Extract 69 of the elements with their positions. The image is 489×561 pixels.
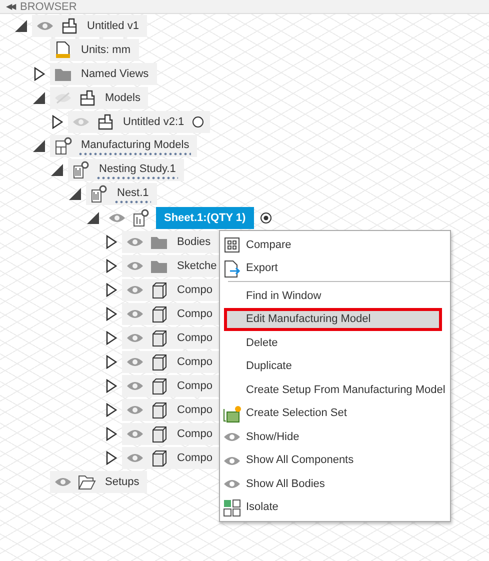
tree-item[interactable]: Compo — [122, 303, 220, 325]
item-label: Setups — [104, 475, 140, 490]
menu-item[interactable]: Create Setup From Manufacturing Model — [220, 378, 450, 402]
tree-item[interactable]: Compo — [122, 399, 220, 421]
cube-icon — [150, 353, 168, 371]
tree-item[interactable]: Nest.1 — [86, 183, 157, 205]
menu-item[interactable]: Create Selection Set — [220, 402, 450, 425]
item-label: Untitled v2:1 — [122, 115, 186, 130]
gear-part-icon — [54, 137, 72, 155]
menu-item[interactable]: Find in Window — [220, 284, 450, 308]
menu-item[interactable]: Show/Hide — [220, 425, 450, 448]
tree-item[interactable]: Compo — [122, 375, 220, 397]
tree-item[interactable]: Compo — [122, 447, 220, 469]
cube-icon — [150, 377, 168, 395]
menu-item[interactable]: Duplicate — [220, 354, 450, 378]
tree-item[interactable]: Compo — [122, 327, 220, 349]
item-label: Compo — [176, 451, 214, 466]
menu-item[interactable]: Isolate — [220, 496, 450, 519]
item-label: Compo — [176, 403, 214, 418]
menu-item[interactable]: Show All Bodies — [220, 472, 450, 496]
ruler-document-icon — [54, 41, 72, 59]
cube-icon — [150, 281, 168, 299]
menu-item[interactable]: Show All Components — [220, 448, 450, 472]
item-label: Compo — [176, 427, 214, 442]
folder-open-icon — [78, 473, 96, 491]
tree-item[interactable]: Untitled v2:1 — [68, 111, 210, 133]
export-document-icon — [223, 260, 241, 278]
menu-item[interactable]: Compare — [220, 233, 450, 256]
tree-item[interactable]: Compo — [122, 423, 220, 445]
cube-icon — [150, 329, 168, 347]
cube-icon — [150, 305, 168, 323]
menu-item[interactable]: Delete — [220, 331, 450, 354]
isolate-icon — [223, 498, 241, 516]
item-label: Compo — [176, 283, 214, 298]
component-icon — [78, 89, 96, 107]
tree-item[interactable]: Nesting Study.1 — [68, 159, 184, 181]
item-label: Named Views — [80, 67, 150, 82]
cube-icon — [150, 425, 168, 443]
tree-item[interactable]: Untitled v1 — [32, 15, 147, 37]
component-icon — [60, 17, 78, 35]
component-icon — [96, 113, 114, 131]
panel-title: BROWSER — [20, 0, 77, 14]
item-label: Sketche — [176, 259, 218, 274]
nest-part-icon — [72, 161, 90, 179]
item-label: Compo — [176, 331, 214, 346]
item-label: Models — [104, 91, 142, 106]
cube-icon — [150, 401, 168, 419]
tree-item[interactable]: Setups — [50, 471, 148, 493]
item-label: Untitled v1 — [86, 19, 140, 34]
selection-set-icon — [223, 404, 241, 422]
item-label: Units: mm — [80, 43, 132, 58]
nest-part-icon — [90, 185, 108, 203]
collapse-glyph[interactable]: ◀◀ — [6, 0, 14, 14]
tree-item[interactable]: Compo — [122, 351, 220, 373]
item-label: Compo — [176, 355, 214, 370]
grid-pattern-icon — [223, 236, 241, 254]
cube-icon — [150, 449, 168, 467]
tree-item[interactable]: Named Views — [50, 63, 157, 85]
item-label: Compo — [176, 379, 214, 394]
tree-item[interactable]: Models — [50, 87, 148, 109]
nest-part-icon — [132, 209, 150, 227]
tree-item[interactable]: Units: mm — [50, 39, 138, 61]
item-label: Bodies — [176, 235, 212, 250]
item-label: Sheet.1:(QTY 1) — [156, 207, 254, 229]
item-label: Compo — [176, 307, 214, 322]
tree-item[interactable]: Bodies — [122, 231, 219, 253]
tree-item[interactable]: Compo — [122, 279, 220, 301]
tree-item[interactable]: Manufacturing Models — [50, 135, 198, 157]
menu-item[interactable]: Edit Manufacturing Model — [224, 308, 442, 331]
